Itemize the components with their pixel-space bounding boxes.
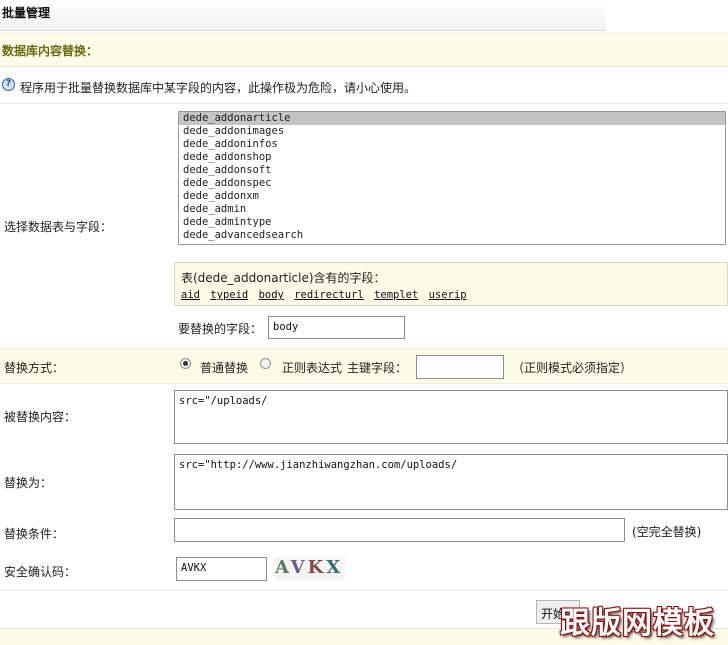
captcha-char: A [275,557,291,578]
section-bar: 数据库内容替换： [0,33,728,67]
captcha-label: 安全确认码： [4,565,77,579]
captcha-char: X [326,557,344,578]
radio-regex-replace[interactable] [260,358,271,369]
notice-text: 程序用于批量替换数据库中某字段的内容，此操作极为危险，请小心使用。 [20,81,417,95]
captcha-char: K [307,557,327,578]
section-title: 数据库内容替换： [2,44,99,58]
find-content-textarea[interactable]: src="/uploads/ [174,390,728,444]
field-link-redirecturl[interactable]: redirecturl [294,289,364,301]
watermark-logo: 跟版网模板 [560,606,715,641]
page-header: 批量管理 [0,0,606,31]
field-link-typeid[interactable]: typeid [210,289,248,301]
table-option[interactable]: dede_addonimages [179,125,725,138]
field-link-aid[interactable]: aid [181,289,200,301]
target-field-input[interactable]: body [268,316,405,339]
table-option[interactable]: dede_addonsoft [179,164,725,177]
table-option[interactable]: dede_addoninfos [179,138,725,151]
primary-key-input[interactable] [416,355,504,379]
replace-mode-label: 替换方式： [4,361,65,375]
target-field-label: 要替换的字段： [178,322,263,336]
fields-box: 表(dede_addonarticle)含有的字段： aid typeid bo… [174,262,728,306]
divider [0,103,728,104]
field-links: aid typeid body redirecturl templet user… [181,289,471,301]
primary-key-label: 主键字段： [347,361,408,375]
replace-with-textarea[interactable]: src="http://www.jianzhiwangzhan.com/uplo… [174,454,728,510]
table-listbox[interactable]: dede_addonarticle dede_addonimages dede_… [178,111,726,245]
find-content-label: 被替换内容： [4,410,77,424]
field-link-templet[interactable]: templet [374,289,418,301]
info-icon: ? [2,78,15,91]
divider [0,590,728,591]
radio-normal-label: 普通替换 [200,361,249,375]
replace-with-label: 替换为： [4,476,53,490]
fields-caption: 表(dede_addonarticle)含有的字段： [181,271,386,285]
radio-regex-label: 正则表达式 [282,361,343,375]
table-option[interactable]: dede_addonspec [179,177,725,190]
table-option[interactable]: dede_advancedsearch [179,229,725,242]
radio-normal-replace[interactable] [180,358,191,369]
page-title: 批量管理 [2,6,51,20]
replace-mode-row: 替换方式： 普通替换 正则表达式 主键字段： （正则模式必须指定） [0,348,728,384]
table-option[interactable]: dede_admintype [179,216,725,229]
condition-input[interactable] [174,518,625,542]
table-option[interactable]: dede_addonshop [179,151,725,164]
table-option[interactable]: dede_addonarticle [179,112,725,125]
regex-hint: （正则模式必须指定） [512,361,633,375]
captcha-image[interactable]: AVKX [275,557,345,581]
table-option[interactable]: dede_addonxm [179,190,725,203]
field-link-body[interactable]: body [259,289,284,301]
condition-label: 替换条件： [4,527,65,541]
field-link-userip[interactable]: userip [429,289,467,301]
captcha-char: V [290,557,308,578]
condition-hint: (空完全替换) [632,525,702,539]
table-option[interactable]: dede_admin [179,203,725,216]
table-select-label: 选择数据表与字段： [4,220,113,234]
captcha-input[interactable]: AVKX [176,557,267,581]
notice-row: ? 程序用于批量替换数据库中某字段的内容，此操作极为危险，请小心使用。 [0,77,728,97]
